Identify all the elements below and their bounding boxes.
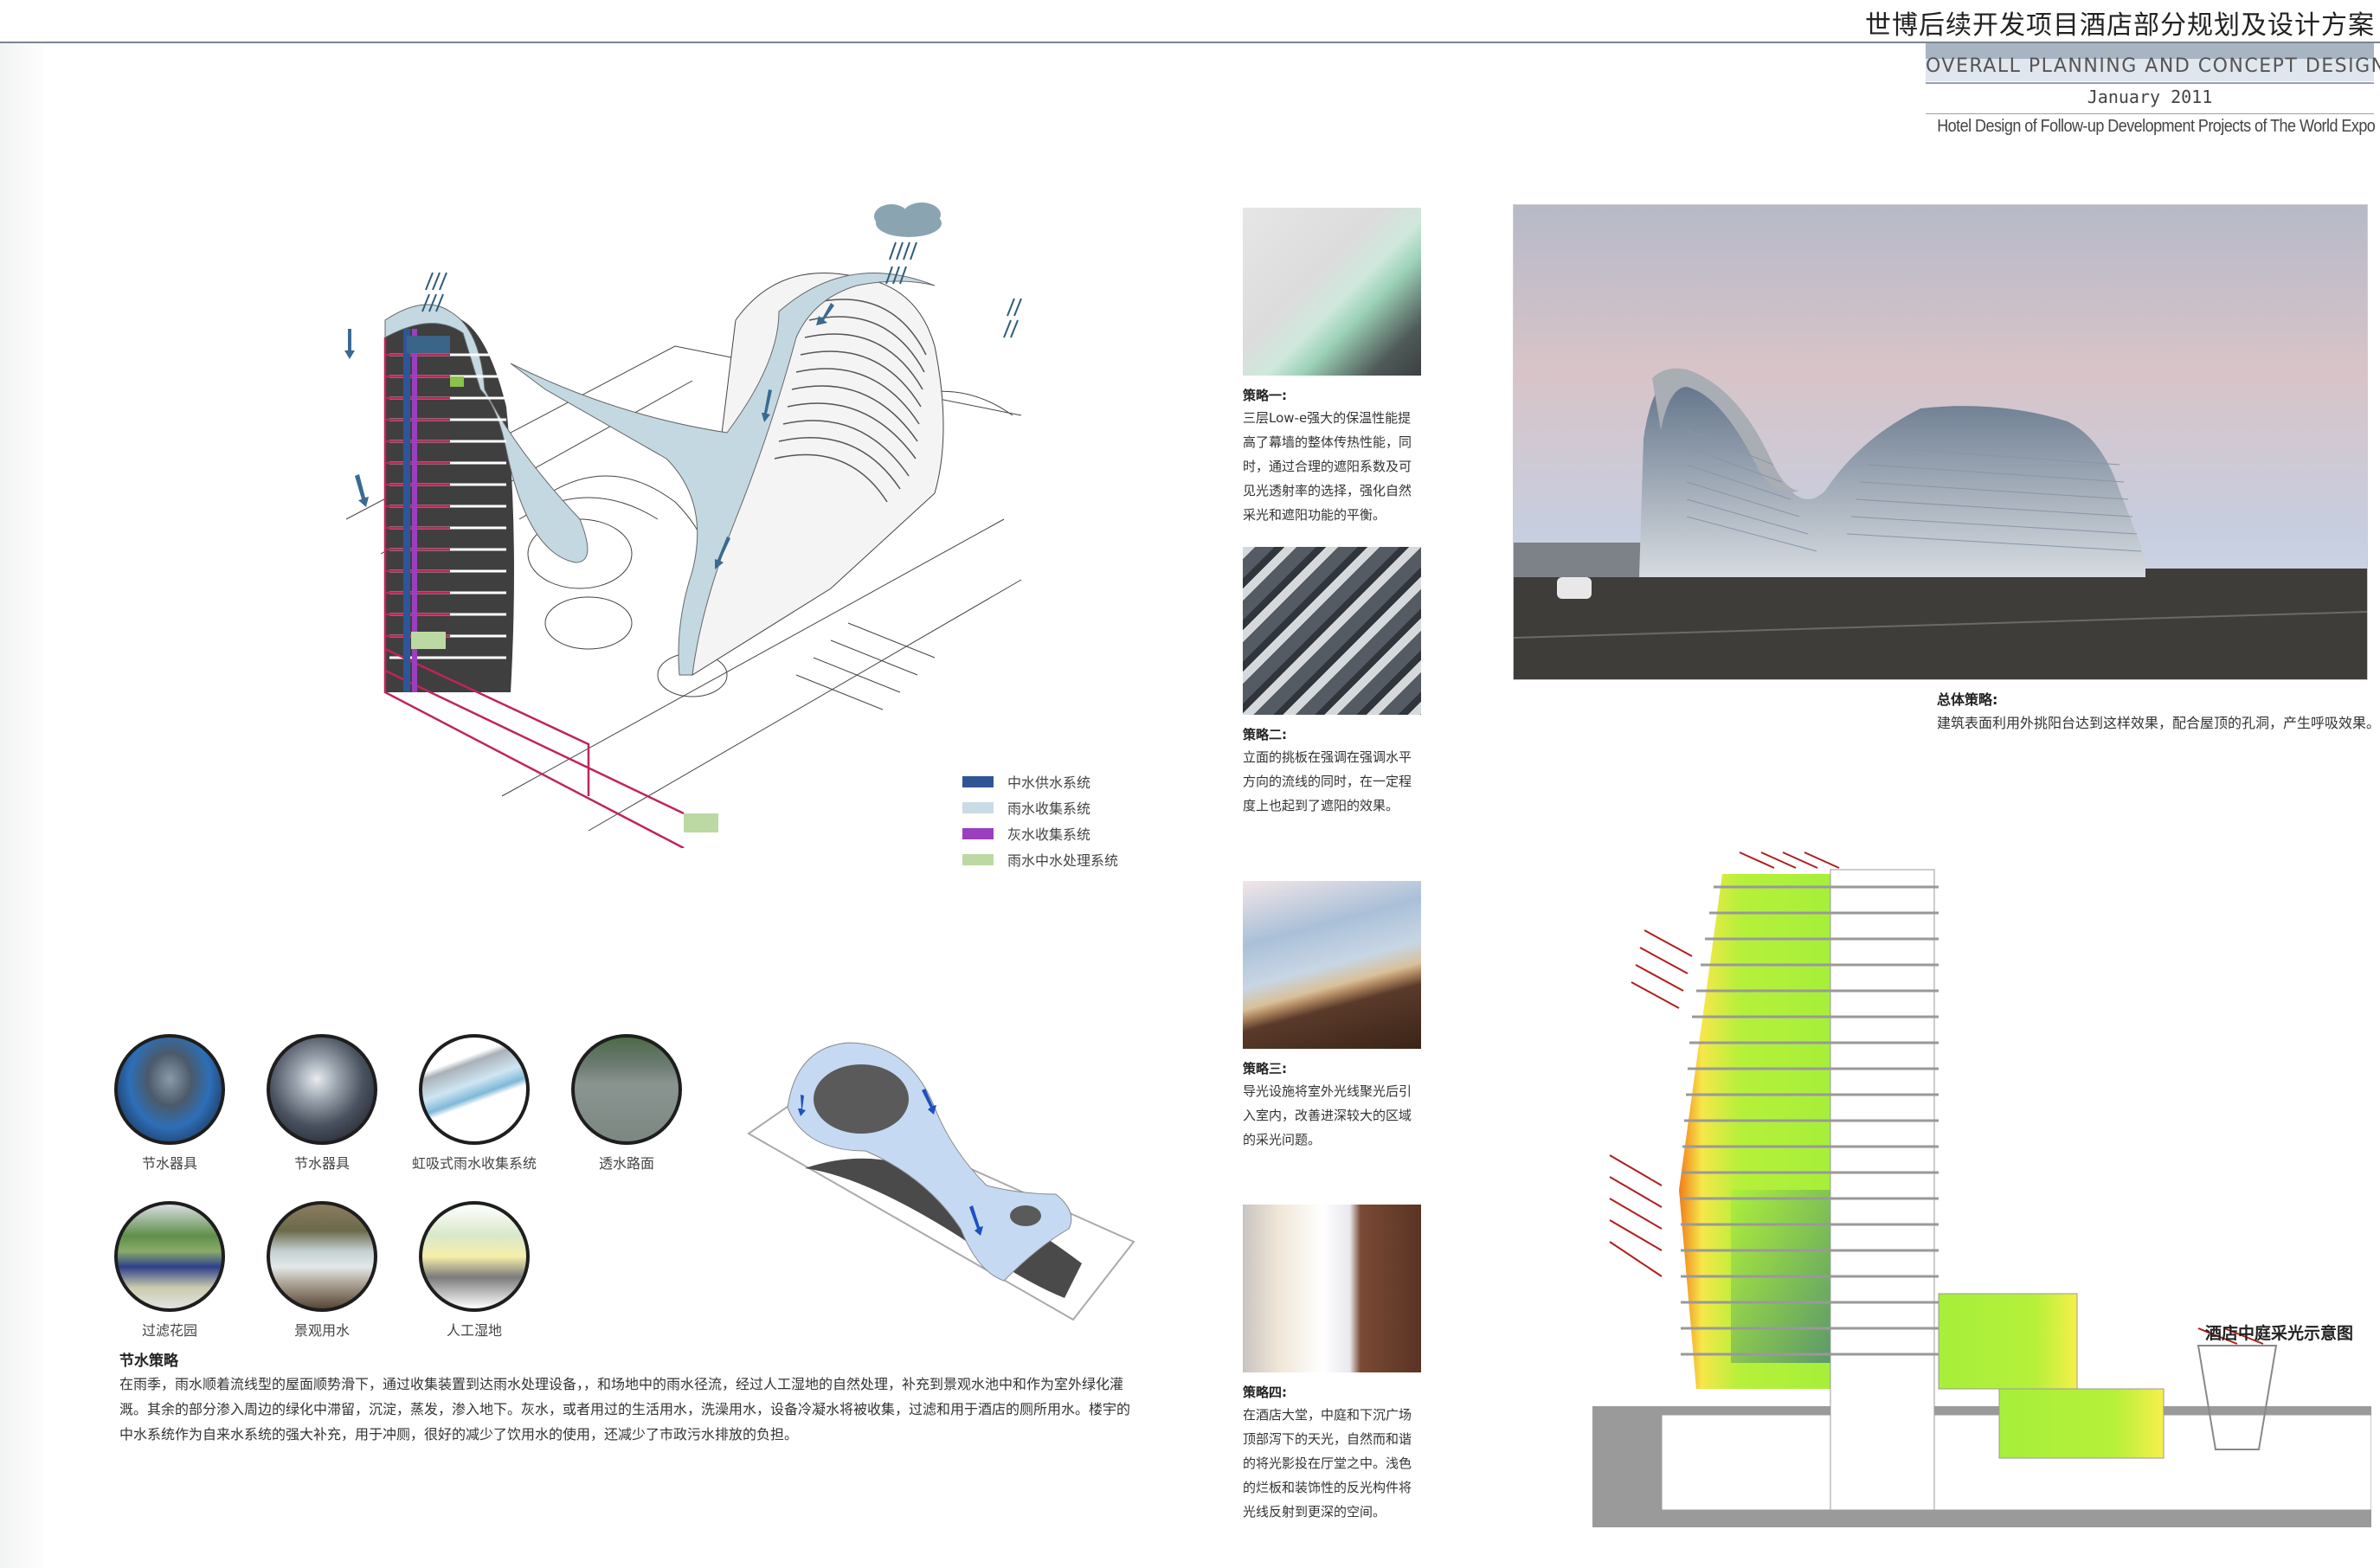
facade-louvers-image <box>1243 547 1421 715</box>
water-saving-item: 透水路面 <box>549 1034 704 1173</box>
header-title-en: OVERALL PLANNING AND CONCEPT DESIGN <box>1926 55 2380 77</box>
legend-label: 雨水收集系统 <box>1007 800 1091 817</box>
legend-item: 雨水中水处理系统 <box>962 846 1118 872</box>
overall-strategy-text: 建筑表面利用外挑阳台达到这样效果，配合屋顶的孔洞，产生呼吸效果。 <box>1937 715 2380 731</box>
left-tower <box>383 304 685 848</box>
siphon-drain-icon <box>419 1034 530 1145</box>
parked-car <box>1557 577 1592 599</box>
rain-cloud <box>874 202 942 237</box>
water-saving-item: 人工湿地 <box>396 1201 552 1340</box>
podium-atrium <box>1938 1293 2078 1390</box>
legend-label: 灰水收集系统 <box>1007 826 1091 843</box>
water-saving-item: 节水器具 <box>92 1034 248 1173</box>
legend-label: 中水供水系统 <box>1007 774 1091 791</box>
water-saving-item: 虹吸式雨水收集系统 <box>396 1034 552 1173</box>
legend-swatch-greywater-supply <box>962 775 994 787</box>
water-saving-item: 节水器具 <box>244 1034 400 1173</box>
water-saving-item: 过滤花园 <box>92 1201 248 1340</box>
header-subtitle: Hotel Design of Follow-up Development Pr… <box>1936 117 2376 136</box>
strategy-title: 策略二: <box>1243 727 1287 742</box>
low-e-window-image <box>1243 208 1421 376</box>
header-title-cn: 世博后续开发项目酒店部分规划及设计方案 <box>1865 10 2375 41</box>
legend-item: 雨水收集系统 <box>962 794 1118 820</box>
diagram-legend: 中水供水系统 雨水收集系统 灰水收集系统 雨水中水处理系统 <box>962 768 1118 872</box>
hotel-exterior-render <box>1513 204 2368 680</box>
atrium-skylight-image <box>1243 1205 1421 1372</box>
sunken-plaza <box>1998 1388 2165 1459</box>
header-divider <box>1926 82 2374 84</box>
water-saving-label: 人工湿地 <box>446 1322 502 1339</box>
legend-label: 雨水中水处理系统 <box>1007 852 1119 869</box>
water-saving-item: 景观用水 <box>244 1201 400 1340</box>
legend-swatch-rainwater-collection <box>962 801 994 813</box>
water-saving-label: 过滤花园 <box>141 1322 197 1339</box>
flush-valve-icon <box>267 1034 377 1145</box>
page-margin-shade <box>0 43 43 1568</box>
wetland-icon <box>419 1201 530 1312</box>
water-saving-label: 景观用水 <box>293 1322 350 1339</box>
roof-rainwater-aerial-diagram <box>747 1042 1135 1321</box>
water-saving-label: 透水路面 <box>598 1155 654 1172</box>
urinal-icon <box>114 1034 225 1145</box>
light-tube-image <box>1243 881 1421 1049</box>
water-saving-label: 虹吸式雨水收集系统 <box>411 1155 537 1172</box>
strategy-title: 策略四: <box>1243 1385 1287 1400</box>
permeable-pavement-icon <box>571 1034 682 1145</box>
strategy-block: 策略三: 导光设施将室外光线聚光后引入室内，改善进深较大的区域的采光问题。 <box>1243 881 1423 1152</box>
render-illustration <box>1514 205 2367 679</box>
rain-drops <box>421 241 1022 338</box>
water-saving-description: 在雨季，雨水顺着流线型的屋面顺势滑下，通过收集装置到达雨水处理设备，，和场地中的… <box>119 1376 1131 1443</box>
greywater-supply-pipe <box>403 329 410 692</box>
legend-item: 灰水收集系统 <box>962 820 1118 846</box>
section-caption: 酒店中庭采光示意图 <box>2205 1324 2354 1343</box>
strategy-title: 策略一: <box>1243 388 1287 403</box>
water-saving-label: 节水器具 <box>141 1155 197 1172</box>
filter-garden-icon <box>114 1201 225 1312</box>
water-saving-title: 节水策略 <box>119 1353 178 1370</box>
strategy-block: 策略二: 立面的挑板在强调在强调水平方向的流线的同时，在一定程度上也起到了遮阳的… <box>1243 547 1423 818</box>
background-building <box>1514 543 1643 577</box>
strategy-text: 在酒店大堂，中庭和下沉广场顶部泻下的天光，自然而和谐的将光影投在厅堂之中。浅色的… <box>1243 1407 1412 1520</box>
atrium-daylight-section <box>1592 851 2371 1527</box>
strategy-block: 策略一: 三层Low-e强大的保温性能提高了幕墙的整体传热性能，同时，通过合理的… <box>1243 208 1423 527</box>
strategy-title: 策略三: <box>1243 1061 1287 1076</box>
strategy-text: 导光设施将室外光线聚光后引入室内，改善进深较大的区域的采光问题。 <box>1243 1083 1412 1147</box>
legend-swatch-greywater-collection <box>962 827 994 839</box>
strategy-text: 立面的挑板在强调在强调水平方向的流线的同时，在一定程度上也起到了遮阳的效果。 <box>1243 749 1412 813</box>
header-date: January 2011 <box>2087 87 2213 107</box>
landscape-water-icon <box>267 1201 377 1312</box>
water-system-diagram <box>344 202 1022 848</box>
water-saving-label: 节水器具 <box>293 1155 350 1172</box>
header-divider-2 <box>1926 113 2374 114</box>
legend-item: 中水供水系统 <box>962 768 1118 794</box>
strategy-block: 策略四: 在酒店大堂，中庭和下沉广场顶部泻下的天光，自然而和谐的将光影投在厅堂之… <box>1243 1205 1423 1524</box>
overall-strategy-title: 总体策略: <box>1937 691 1998 708</box>
legend-swatch-treatment <box>962 853 994 865</box>
strategy-text: 三层Low-e强大的保温性能提高了幕墙的整体传热性能，同时，通过合理的遮阳系数及… <box>1243 410 1412 523</box>
